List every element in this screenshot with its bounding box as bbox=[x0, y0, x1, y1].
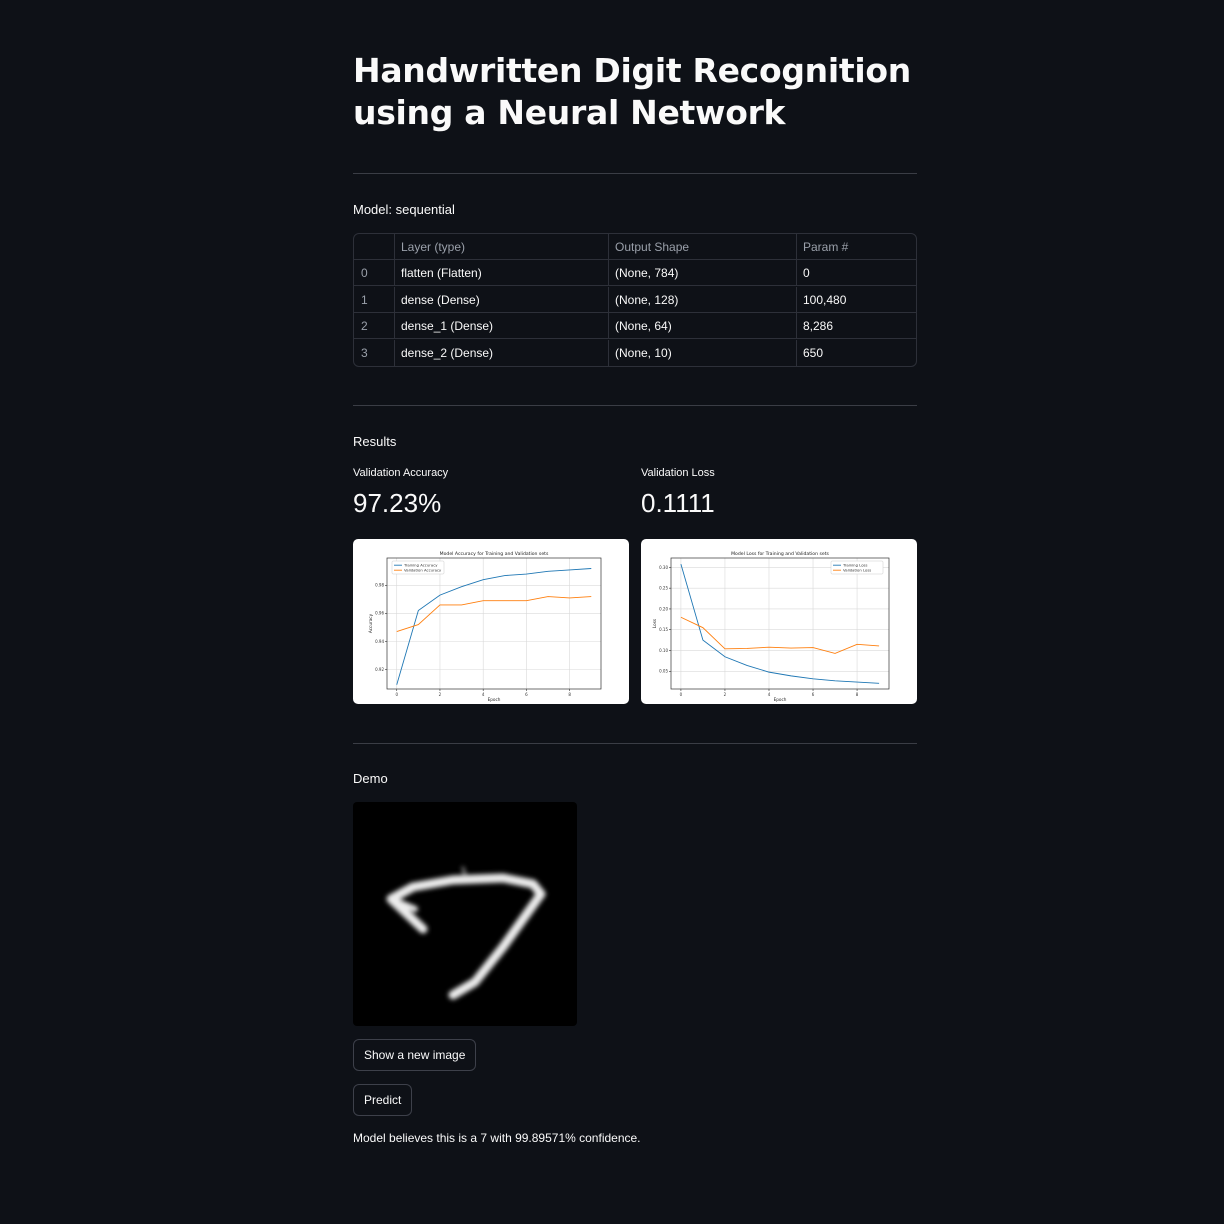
show-new-image-button[interactable]: Show a new image bbox=[353, 1039, 477, 1071]
table-row: 1 dense (Dense) (None, 128) 100,480 bbox=[354, 287, 916, 313]
x-axis-label: Epoch bbox=[488, 697, 501, 702]
predict-button[interactable]: Predict bbox=[353, 1084, 413, 1116]
output-shape-cell: (None, 64) bbox=[609, 313, 797, 338]
output-shape-cell: (None, 10) bbox=[609, 340, 797, 366]
digit-image bbox=[353, 802, 577, 1026]
y-tick-label: 0.05 bbox=[659, 669, 668, 674]
y-tick-label: 0.94 bbox=[375, 639, 384, 644]
row-index: 1 bbox=[354, 287, 395, 312]
y-tick-label: 0.20 bbox=[659, 606, 668, 611]
legend-label: Validation Loss bbox=[843, 568, 871, 573]
y-tick-label: 0.10 bbox=[659, 648, 668, 653]
table-header-cell[interactable]: Output Shape bbox=[609, 234, 797, 259]
demo-label: Demo bbox=[353, 771, 388, 786]
table-header-cell[interactable]: Layer (type) bbox=[395, 234, 609, 259]
param-count-cell: 0 bbox=[803, 266, 810, 280]
x-tick-label: 6 bbox=[525, 692, 528, 697]
y-axis-label: Loss bbox=[652, 619, 657, 628]
validation-loss-value: 0.1111 bbox=[641, 488, 715, 518]
chart-title: Model Loss for Training and Validation s… bbox=[731, 551, 829, 557]
x-tick-label: 2 bbox=[439, 692, 442, 697]
y-tick-label: 0.92 bbox=[375, 667, 384, 672]
output-shape-cell: (None, 128) bbox=[609, 287, 797, 312]
x-axis-label: Epoch bbox=[774, 697, 787, 702]
table-row: 3 dense_2 (Dense) (None, 10) 650 bbox=[354, 340, 916, 366]
validation-accuracy-value: 97.23% bbox=[353, 488, 442, 518]
x-tick-label: 4 bbox=[768, 692, 771, 697]
table-header-cell[interactable]: Param # bbox=[797, 234, 916, 259]
table-header-cell bbox=[354, 234, 395, 259]
x-tick-label: 2 bbox=[724, 692, 727, 697]
divider bbox=[353, 173, 917, 174]
legend-label: Validation Accuracy bbox=[404, 568, 442, 573]
x-tick-label: 0 bbox=[395, 692, 398, 697]
row-index: 2 bbox=[354, 313, 395, 338]
handwritten-digit-seven bbox=[386, 866, 546, 1000]
row-index: 0 bbox=[354, 260, 395, 285]
series-line bbox=[680, 616, 880, 654]
x-tick-label: 4 bbox=[482, 692, 485, 697]
results-label: Results bbox=[353, 434, 397, 449]
page-title: Handwritten Digit Recognition using a Ne… bbox=[353, 51, 911, 132]
loss-chart-svg: 0 2 4 6 8 0.05 0.10 0.15 0.20 0.25 0.30 Model Loss … bbox=[652, 551, 890, 702]
model-summary-table: Layer (type) Output Shape Param # 0 flat… bbox=[353, 233, 917, 367]
table-row: 2 dense_1 (Dense) (None, 64) 8,286 bbox=[354, 313, 916, 339]
param-count-cell: 8,286 bbox=[803, 319, 834, 333]
plot-frame bbox=[670, 557, 890, 690]
accuracy-chart-svg: 0 2 4 6 8 0.92 0.94 0.96 0.98 Model Accuracy for … bbox=[368, 551, 602, 702]
series-line bbox=[396, 596, 592, 632]
loss-chart: 0 2 4 6 8 0.05 0.10 0.15 0.20 0.25 0.30 Model Loss … bbox=[641, 539, 917, 704]
layer-type-cell: dense_1 (Dense) bbox=[395, 313, 609, 338]
param-count-cell: 650 bbox=[803, 346, 824, 360]
y-axis-label: Accuracy bbox=[368, 613, 373, 633]
divider bbox=[353, 405, 917, 406]
layer-type-cell: dense (Dense) bbox=[395, 287, 609, 312]
validation-accuracy-label: Validation Accuracy bbox=[353, 467, 449, 479]
x-tick-label: 6 bbox=[812, 692, 815, 697]
layer-type-cell: dense_2 (Dense) bbox=[395, 340, 609, 366]
prediction-result-text: Model believes this is a 7 with 99.89571… bbox=[353, 1131, 641, 1145]
row-index: 3 bbox=[354, 340, 395, 366]
y-tick-label: 0.96 bbox=[375, 611, 384, 616]
x-tick-label: 0 bbox=[680, 692, 683, 697]
y-tick-label: 0.30 bbox=[659, 565, 668, 570]
chart-title: Model Accuracy for Training and Validati… bbox=[440, 551, 549, 557]
accuracy-chart: 0 2 4 6 8 0.92 0.94 0.96 0.98 Model Accuracy for … bbox=[353, 539, 629, 704]
divider bbox=[353, 743, 917, 744]
param-count-cell: 100,480 bbox=[803, 293, 847, 307]
validation-loss-label: Validation Loss bbox=[641, 467, 715, 479]
y-tick-label: 0.98 bbox=[375, 583, 384, 588]
x-tick-label: 8 bbox=[856, 692, 859, 697]
output-shape-cell: (None, 784) bbox=[609, 260, 797, 285]
y-tick-label: 0.15 bbox=[659, 627, 668, 632]
series-line bbox=[396, 568, 592, 685]
table-row: 0 flatten (Flatten) (None, 784) 0 bbox=[354, 260, 916, 286]
series-line bbox=[680, 563, 880, 684]
y-tick-label: 0.25 bbox=[659, 586, 668, 591]
x-tick-label: 8 bbox=[568, 692, 571, 697]
table-header-row: Layer (type) Output Shape Param # bbox=[354, 234, 916, 260]
model-label: Model: sequential bbox=[353, 202, 455, 217]
layer-type-cell: flatten (Flatten) bbox=[395, 260, 609, 285]
